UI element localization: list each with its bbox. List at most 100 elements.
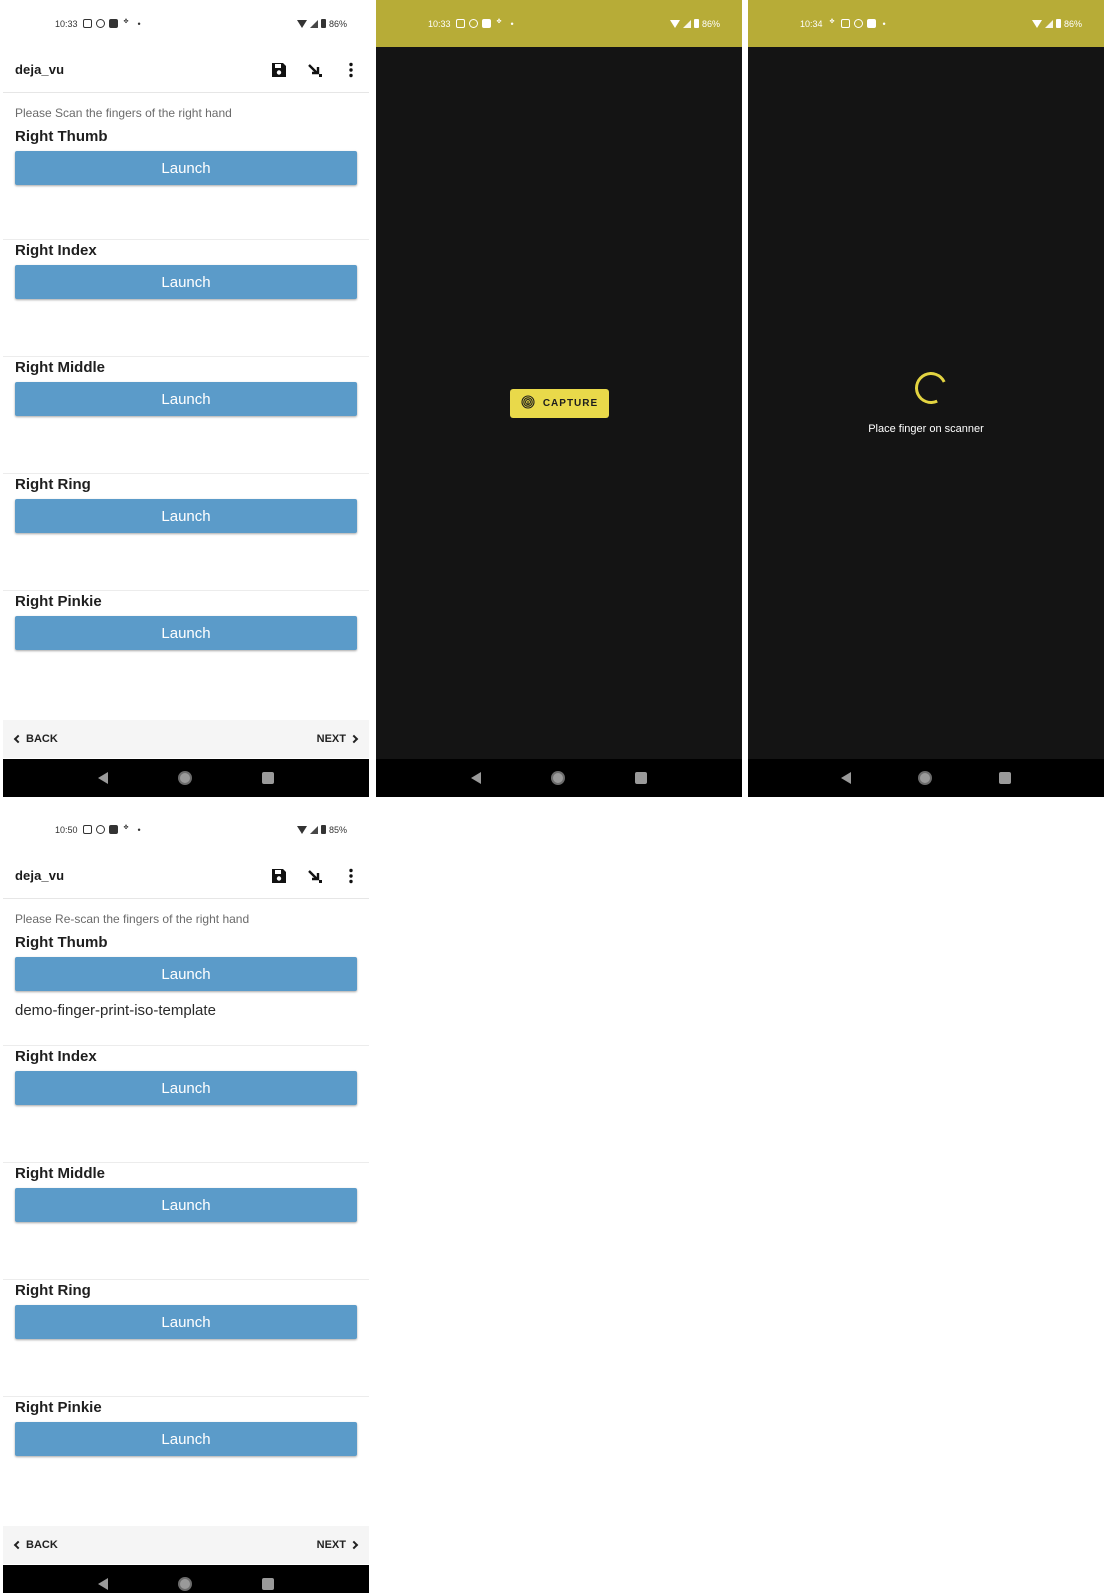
arrow-down-right-icon[interactable] [297, 52, 333, 88]
app-notification-icon [468, 19, 478, 28]
wifi-icon [669, 19, 680, 28]
battery-percent: 86% [1063, 18, 1082, 29]
finger-label: Right Thumb [15, 128, 108, 145]
calendar-icon [82, 825, 92, 834]
capture-button[interactable]: CAPTURE [510, 389, 609, 418]
finger-label: Right Index [15, 1048, 97, 1065]
notification-icons: ✤ • [828, 19, 886, 29]
finger-item-right-index: Right Index Launch [3, 240, 369, 357]
launch-button[interactable]: Launch [15, 265, 357, 299]
nav-home-icon[interactable] [178, 771, 192, 785]
launch-button[interactable]: Launch [15, 957, 357, 991]
nav-home-icon[interactable] [551, 771, 565, 785]
finger-list: Please Scan the fingers of the right han… [3, 94, 369, 708]
finger-label: Right Index [15, 242, 97, 259]
signal-icon [1044, 19, 1053, 28]
screen-capture: 10:33 ✤ • 86% CAPTURE [376, 0, 742, 797]
calendar-icon [82, 19, 92, 28]
app-bar: deja_vu [3, 853, 369, 899]
next-button[interactable]: NEXT [317, 1539, 359, 1551]
app-notification-icon [95, 19, 105, 28]
loading-spinner-icon [910, 367, 952, 409]
nav-home-icon[interactable] [178, 1577, 192, 1591]
finger-item-right-ring: Right Ring Launch [3, 1280, 369, 1397]
wifi-icon [296, 825, 307, 834]
finger-label: Right Pinkie [15, 1399, 102, 1416]
launch-button[interactable]: Launch [15, 616, 357, 650]
app-notification-icon [95, 825, 105, 834]
finger-item-right-index: Right Index Launch [3, 1046, 369, 1163]
finger-item-right-thumb: Right Thumb Launch [3, 126, 369, 240]
app-badge-icon [866, 19, 876, 28]
launch-button[interactable]: Launch [15, 499, 357, 533]
more-notifications-dot: • [137, 18, 141, 29]
finger-label: Right Ring [15, 1282, 91, 1299]
launch-button[interactable]: Launch [15, 1305, 357, 1339]
chevron-right-icon [349, 1540, 359, 1550]
wifi-icon [1031, 19, 1042, 28]
nav-back-icon[interactable] [98, 772, 108, 784]
next-button[interactable]: NEXT [317, 733, 359, 745]
nav-back-icon[interactable] [98, 1578, 108, 1590]
finger-item-right-middle: Right Middle Launch [3, 357, 369, 474]
nav-home-icon[interactable] [917, 771, 932, 785]
launch-button[interactable]: Launch [15, 151, 357, 185]
launch-button[interactable]: Launch [15, 1188, 357, 1222]
finger-label: Right Ring [15, 476, 91, 493]
signal-icon [309, 825, 318, 834]
pager-footer: BACK NEXT [3, 1526, 369, 1564]
screen-rescan-right-hand: 10:50 ✤ • 85% deja_vu Please Re-scan the… [3, 806, 369, 1593]
nav-recents-icon[interactable] [635, 772, 647, 784]
back-button[interactable]: BACK [13, 1539, 58, 1551]
app-title: deja_vu [15, 868, 65, 883]
status-bar: 10:50 ✤ • 85% [3, 806, 369, 853]
more-vert-icon[interactable] [333, 52, 369, 88]
arrow-down-right-icon[interactable] [297, 858, 333, 894]
finger-item-right-middle: Right Middle Launch [3, 1163, 369, 1280]
app-badge-icon [108, 19, 118, 28]
nav-recents-icon[interactable] [998, 772, 1011, 784]
nav-recents-icon[interactable] [262, 1578, 274, 1590]
finger-label: Right Pinkie [15, 593, 102, 610]
launch-button[interactable]: Launch [15, 1422, 357, 1456]
finger-item-right-thumb: Right Thumb Launch demo-finger-print-iso… [3, 932, 369, 1046]
nav-back-icon[interactable] [471, 772, 481, 784]
more-notifications-dot: • [510, 18, 514, 29]
finger-item-right-ring: Right Ring Launch [3, 474, 369, 591]
more-notifications-dot: • [137, 824, 141, 835]
app-title: deja_vu [15, 62, 65, 77]
capture-label: CAPTURE [542, 398, 599, 409]
back-button[interactable]: BACK [13, 733, 58, 745]
status-time: 10:34 [800, 18, 823, 29]
system-nav-bar [376, 759, 742, 797]
pager-footer: BACK NEXT [3, 720, 369, 758]
app-badge-icon [108, 825, 118, 834]
nav-back-icon[interactable] [841, 772, 852, 784]
save-icon[interactable] [261, 858, 297, 894]
status-time: 10:33 [428, 18, 451, 29]
notification-icons: ✤ • [455, 18, 514, 29]
more-notifications-dot: • [882, 18, 886, 29]
status-bar: 10:33 ✤ • 86% [376, 0, 742, 47]
save-icon[interactable] [261, 52, 297, 88]
screen-scan-right-hand: 10:33 ✤ • 86% deja_vu Please Scan the fi… [3, 0, 369, 797]
screen-waiting-for-finger: 10:34 ✤ • 86% Place finger on scanner [748, 0, 1104, 797]
app-notification-icon [853, 19, 863, 28]
slack-icon: ✤ [123, 825, 129, 831]
finger-label: Right Middle [15, 1165, 105, 1182]
more-vert-icon[interactable] [333, 858, 369, 894]
finger-list: Please Re-scan the fingers of the right … [3, 900, 369, 1514]
launch-button[interactable]: Launch [15, 382, 357, 416]
app-bar: deja_vu [3, 47, 369, 93]
finger-item-right-pinkie: Right Pinkie Launch [3, 591, 369, 708]
battery-icon [320, 825, 326, 834]
chevron-left-icon [13, 1540, 23, 1550]
status-time: 10:33 [55, 18, 78, 29]
status-bar: 10:33 ✤ • 86% [3, 0, 369, 47]
status-bar: 10:34 ✤ • 86% [748, 0, 1104, 47]
battery-icon [320, 19, 326, 28]
chevron-right-icon [349, 734, 359, 744]
nav-recents-icon[interactable] [262, 772, 274, 784]
capture-result: demo-finger-print-iso-template [15, 1002, 216, 1019]
launch-button[interactable]: Launch [15, 1071, 357, 1105]
